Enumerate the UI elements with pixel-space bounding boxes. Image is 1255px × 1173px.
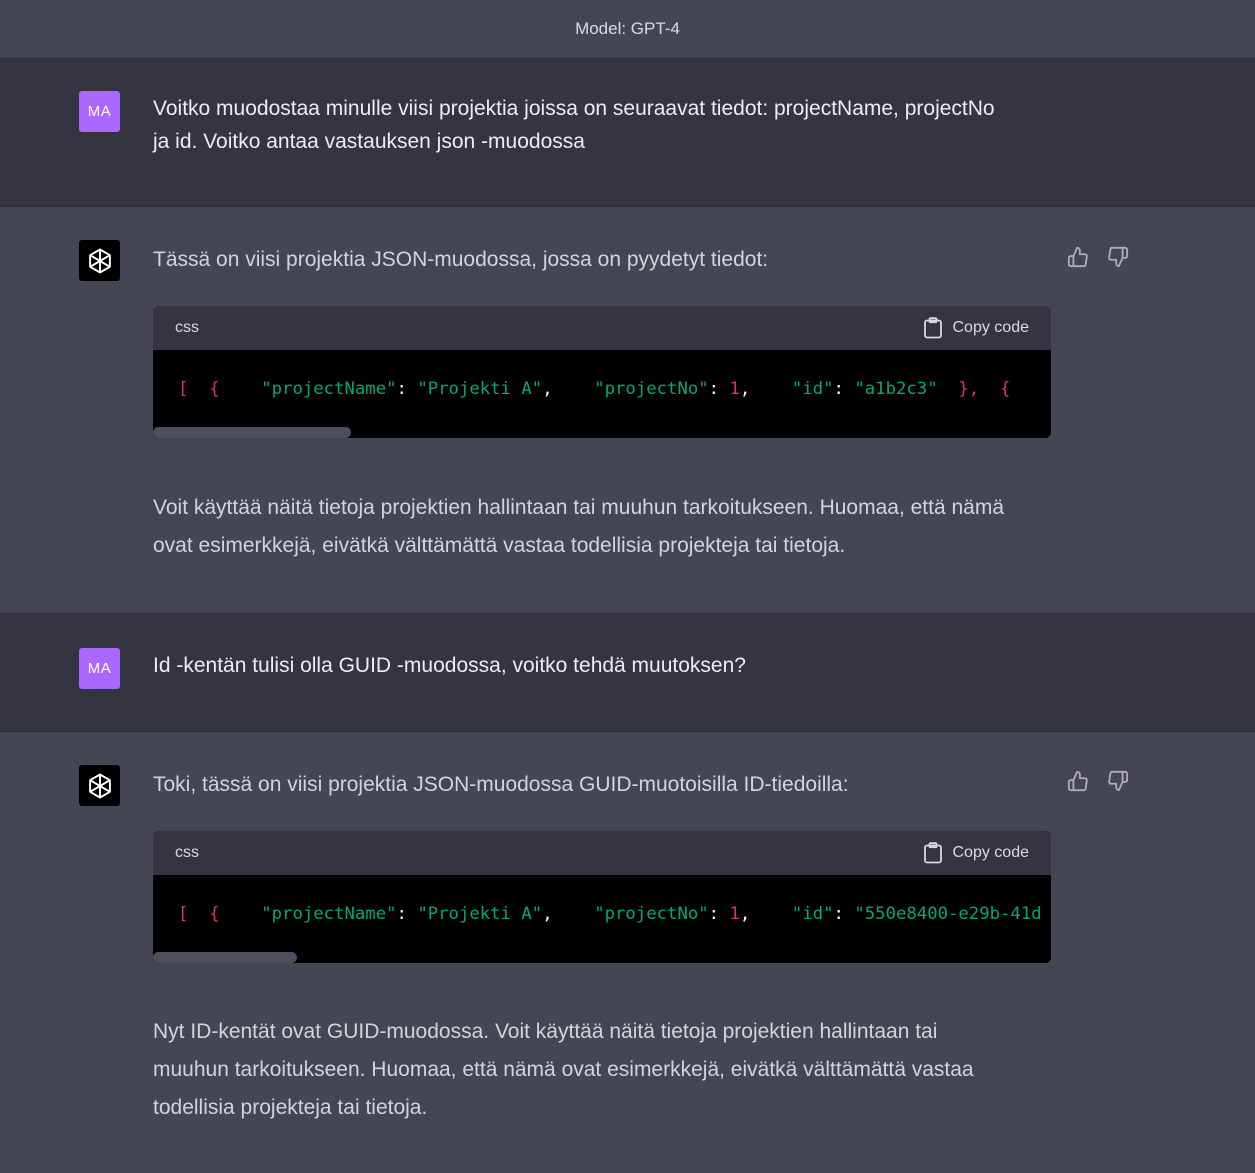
model-header: Model: GPT-4 <box>0 0 1255 58</box>
code-token: { <box>209 379 220 399</box>
user-message-text: Voitko muodostaa minulle viisi projektia… <box>153 92 1053 158</box>
user-avatar-initials: MA <box>87 660 112 677</box>
message-line: muuhun tarkoitukseen. Huomaa, että nämä … <box>153 1058 974 1081</box>
assistant-intro-text: Tässä on viisi projektia JSON-muodossa, … <box>153 248 769 271</box>
code-token: "id" <box>791 904 834 924</box>
thumbs-down-icon <box>1108 246 1129 268</box>
code-token: [ <box>178 904 189 924</box>
horizontal-scrollbar[interactable] <box>153 427 351 438</box>
assistant-avatar <box>79 765 120 806</box>
thumbs-down-button[interactable] <box>1106 769 1130 793</box>
copy-code-button[interactable]: Copy code <box>923 842 1030 864</box>
horizontal-scrollbar[interactable] <box>153 952 297 963</box>
copy-code-label: Copy code <box>952 844 1030 861</box>
code-token: "projectName" <box>261 904 397 924</box>
code-language-label: css <box>175 844 199 861</box>
thumbs-down-button[interactable] <box>1106 245 1130 269</box>
code-token: : <box>396 379 407 399</box>
code-token: , <box>739 904 751 924</box>
code-token: "id" <box>791 379 834 399</box>
code-token: , <box>739 379 751 399</box>
code-line: [ { "projectName": "Projekti A", "projec… <box>178 377 1010 401</box>
message-line: Nyt ID-kentät ovat GUID-muodossa. Voit k… <box>153 1020 938 1043</box>
user-message-turn: MA Id -kentän tulisi olla GUID -muodossa… <box>0 613 1255 732</box>
code-token: }, <box>958 379 980 399</box>
user-avatar: MA <box>79 91 120 132</box>
code-token: "projectName" <box>261 379 397 399</box>
code-token: "550e8400-e29b-41d <box>854 904 1042 924</box>
user-message-text: Id -kentän tulisi olla GUID -muodossa, v… <box>153 649 1053 682</box>
code-token: "projectNo" <box>594 904 709 924</box>
thumbs-up-button[interactable] <box>1066 769 1090 793</box>
code-token: "Projekti A" <box>417 904 543 924</box>
user-avatar-initials: MA <box>87 103 112 120</box>
code-token: "a1b2c3" <box>854 379 938 399</box>
message-line: Voit käyttää näitä tietoja projektien ha… <box>153 496 1005 519</box>
assistant-message-turn: Tässä on viisi projektia JSON-muodossa, … <box>0 207 1255 613</box>
message-line: todellisia projekteja tai tietoja. <box>153 1096 428 1119</box>
message-line: Voitko muodostaa minulle viisi projektia… <box>153 97 995 120</box>
feedback-buttons <box>1066 769 1130 793</box>
code-token: { <box>209 904 220 924</box>
code-content[interactable]: [ { "projectName": "Projekti A", "projec… <box>153 875 1051 963</box>
assistant-outro-text: Voit käyttää näitä tietoja projektien ha… <box>153 489 1053 565</box>
thumbs-down-icon <box>1108 770 1129 792</box>
code-language-label: css <box>175 319 199 336</box>
code-token: [ <box>178 379 189 399</box>
clipboard-icon <box>923 842 942 864</box>
copy-code-label: Copy code <box>952 319 1030 336</box>
code-line: [ { "projectName": "Projekti A", "projec… <box>178 902 1042 926</box>
code-token: : <box>833 904 844 924</box>
user-avatar: MA <box>79 648 120 689</box>
code-token: "projectNo" <box>594 379 709 399</box>
code-token: 1 <box>729 379 740 399</box>
message-line: Id -kentän tulisi olla GUID -muodossa, v… <box>153 654 746 677</box>
assistant-outro-text: Nyt ID-kentät ovat GUID-muodossa. Voit k… <box>153 1013 1053 1127</box>
code-content[interactable]: [ { "projectName": "Projekti A", "projec… <box>153 350 1051 438</box>
model-label: Model: GPT-4 <box>575 18 680 38</box>
code-token: , <box>542 379 553 399</box>
code-block: css Copy code [ { "projectName": "Projek… <box>153 306 1051 438</box>
message-line: ovat esimerkkejä, eivätkä välttämättä va… <box>153 534 846 557</box>
feedback-buttons <box>1066 245 1130 269</box>
thumbs-up-icon <box>1067 770 1088 792</box>
user-message-turn: MA Voitko muodostaa minulle viisi projek… <box>0 58 1255 207</box>
code-block: css Copy code [ { "projectName": "Projek… <box>153 831 1051 963</box>
thumbs-up-button[interactable] <box>1066 245 1090 269</box>
code-token: 1 <box>729 904 740 924</box>
code-token: : <box>833 379 844 399</box>
assistant-avatar <box>79 240 120 281</box>
openai-logo-icon <box>88 248 111 273</box>
code-token: : <box>708 379 720 399</box>
message-line: ja id. Voitko antaa vastauksen json -muo… <box>153 130 585 153</box>
code-token: : <box>708 904 720 924</box>
code-block-header: css Copy code <box>153 306 1051 350</box>
openai-logo-icon <box>88 773 111 798</box>
code-block-header: css Copy code <box>153 831 1051 875</box>
code-token: "Projekti A" <box>417 379 543 399</box>
code-token: : <box>396 904 407 924</box>
code-token: , <box>542 904 553 924</box>
assistant-message-turn: Toki, tässä on viisi projektia JSON-muod… <box>0 732 1255 1173</box>
thumbs-up-icon <box>1067 246 1088 268</box>
copy-code-button[interactable]: Copy code <box>923 317 1030 339</box>
clipboard-icon <box>923 317 942 339</box>
code-token: { <box>1000 379 1011 399</box>
assistant-intro-text: Toki, tässä on viisi projektia JSON-muod… <box>153 773 849 796</box>
